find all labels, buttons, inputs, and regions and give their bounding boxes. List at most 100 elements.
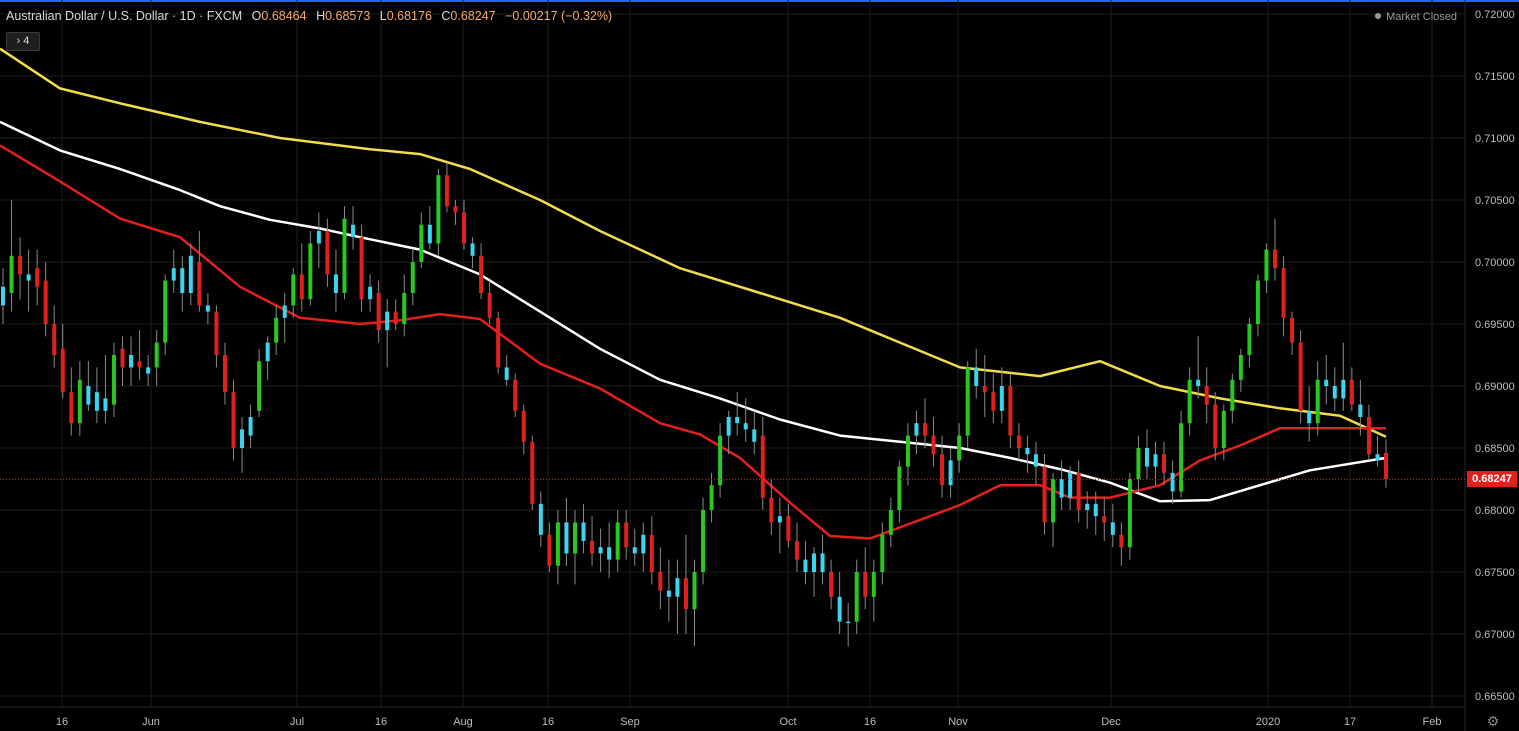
market-status-text: Market Closed xyxy=(1386,11,1457,23)
candle-body xyxy=(86,386,91,405)
candle-body xyxy=(265,342,270,362)
candle-body xyxy=(316,231,321,244)
candle-body xyxy=(1213,404,1218,448)
candle-body xyxy=(368,286,373,300)
candle-body xyxy=(1162,454,1167,473)
candle-body xyxy=(940,454,945,486)
candle-body xyxy=(897,466,902,510)
candle-body xyxy=(180,268,185,293)
candle-body xyxy=(205,305,210,312)
candle-body xyxy=(957,435,962,461)
candle-body xyxy=(444,175,449,207)
candle-body xyxy=(188,255,193,293)
candle-body xyxy=(1375,454,1380,461)
time-tick-label: 16 xyxy=(375,716,387,728)
candle-body xyxy=(607,547,612,560)
candle-body xyxy=(351,224,356,238)
candle-body xyxy=(1,286,5,306)
time-tick-label: Feb xyxy=(1423,716,1442,728)
candle-body xyxy=(923,423,927,436)
time-tick-label: Aug xyxy=(453,716,473,728)
candle-body xyxy=(692,572,697,610)
candle-body xyxy=(52,324,57,355)
price-tick-label: 0.68500 xyxy=(1475,443,1515,455)
price-tick-label: 0.70500 xyxy=(1475,195,1515,207)
candle-body xyxy=(496,317,501,368)
candle-body xyxy=(393,311,398,324)
candle-body xyxy=(299,274,304,300)
candle-body xyxy=(965,367,970,436)
time-tick-label: Nov xyxy=(948,716,968,728)
candle-body xyxy=(137,361,142,368)
candle-body xyxy=(222,355,227,393)
candle-body xyxy=(240,429,245,448)
candle-body xyxy=(888,510,893,535)
price-axis: 0.72000 0.71500 0.71000 0.70500 0.70000 0.695… xyxy=(1475,9,1515,703)
candle-body xyxy=(812,553,817,572)
candle-body xyxy=(1008,386,1013,436)
candle-body xyxy=(1051,479,1056,523)
candle-body xyxy=(1170,472,1175,492)
change-value: −0.00217 (−0.32%) xyxy=(505,9,613,23)
price-chart[interactable]: 0.72000 0.71500 0.71000 0.70500 0.70000 0.695… xyxy=(0,0,1519,731)
candle-body xyxy=(1136,448,1141,479)
gear-icon[interactable]: ⚙ xyxy=(1485,713,1501,729)
open-value: 0.68464 xyxy=(261,9,307,23)
candle-body xyxy=(1298,342,1303,411)
candle-body xyxy=(701,510,706,572)
price-tick-label: 0.72000 xyxy=(1475,9,1515,21)
candle-body xyxy=(342,218,347,293)
candle-body xyxy=(282,305,287,318)
candle-body xyxy=(521,410,526,442)
candle-body xyxy=(760,435,765,498)
time-tick-label: 16 xyxy=(542,716,554,728)
candle-body xyxy=(333,274,338,293)
candle-body xyxy=(1025,448,1030,455)
candle-body xyxy=(666,590,671,597)
candle-body xyxy=(590,541,595,554)
candle-body xyxy=(479,255,484,293)
candle-body xyxy=(914,423,919,436)
candle-body xyxy=(905,435,910,467)
candle-body xyxy=(769,497,774,523)
candle-body xyxy=(171,268,176,281)
candle-body xyxy=(615,522,620,560)
candle-body xyxy=(854,572,859,622)
candle-body xyxy=(69,392,74,424)
candle-body xyxy=(1366,417,1371,455)
candle-body xyxy=(1179,423,1184,492)
candle-body xyxy=(359,237,364,300)
candle-body xyxy=(547,534,552,566)
price-tick-label: 0.70000 xyxy=(1475,257,1515,269)
candle-body xyxy=(214,311,219,355)
time-tick-label: 17 xyxy=(1344,716,1356,728)
candle-body xyxy=(820,553,825,572)
candle-body xyxy=(120,348,125,368)
candle-body xyxy=(1059,479,1064,498)
candle-body xyxy=(1102,516,1107,523)
candle-body xyxy=(470,243,475,256)
candle-body xyxy=(1358,404,1363,417)
high-label: H xyxy=(316,9,326,23)
candle-body xyxy=(829,572,834,597)
candle-body xyxy=(632,547,637,554)
candle-body xyxy=(1324,379,1329,386)
candle-body xyxy=(1255,280,1260,324)
time-tick-label: Dec xyxy=(1101,716,1121,728)
last-price-label: 0.68247 xyxy=(1467,471,1517,488)
candle-body xyxy=(743,423,748,430)
price-tick-label: 0.67500 xyxy=(1475,567,1515,579)
time-tick-label: 16 xyxy=(864,716,876,728)
candle-body xyxy=(974,367,979,386)
time-tick-label: Sep xyxy=(620,716,640,728)
candle-body xyxy=(1384,452,1388,479)
indicators-toggle-button[interactable]: › 4 xyxy=(6,32,40,51)
time-tick-label: Oct xyxy=(779,716,796,728)
candle-body xyxy=(846,621,851,624)
open-label: O xyxy=(251,9,262,23)
candle-body xyxy=(410,262,415,293)
candle-body xyxy=(1110,522,1115,535)
candle-body xyxy=(658,572,663,591)
candle-body xyxy=(18,255,23,275)
price-tick-label: 0.69500 xyxy=(1475,319,1515,331)
